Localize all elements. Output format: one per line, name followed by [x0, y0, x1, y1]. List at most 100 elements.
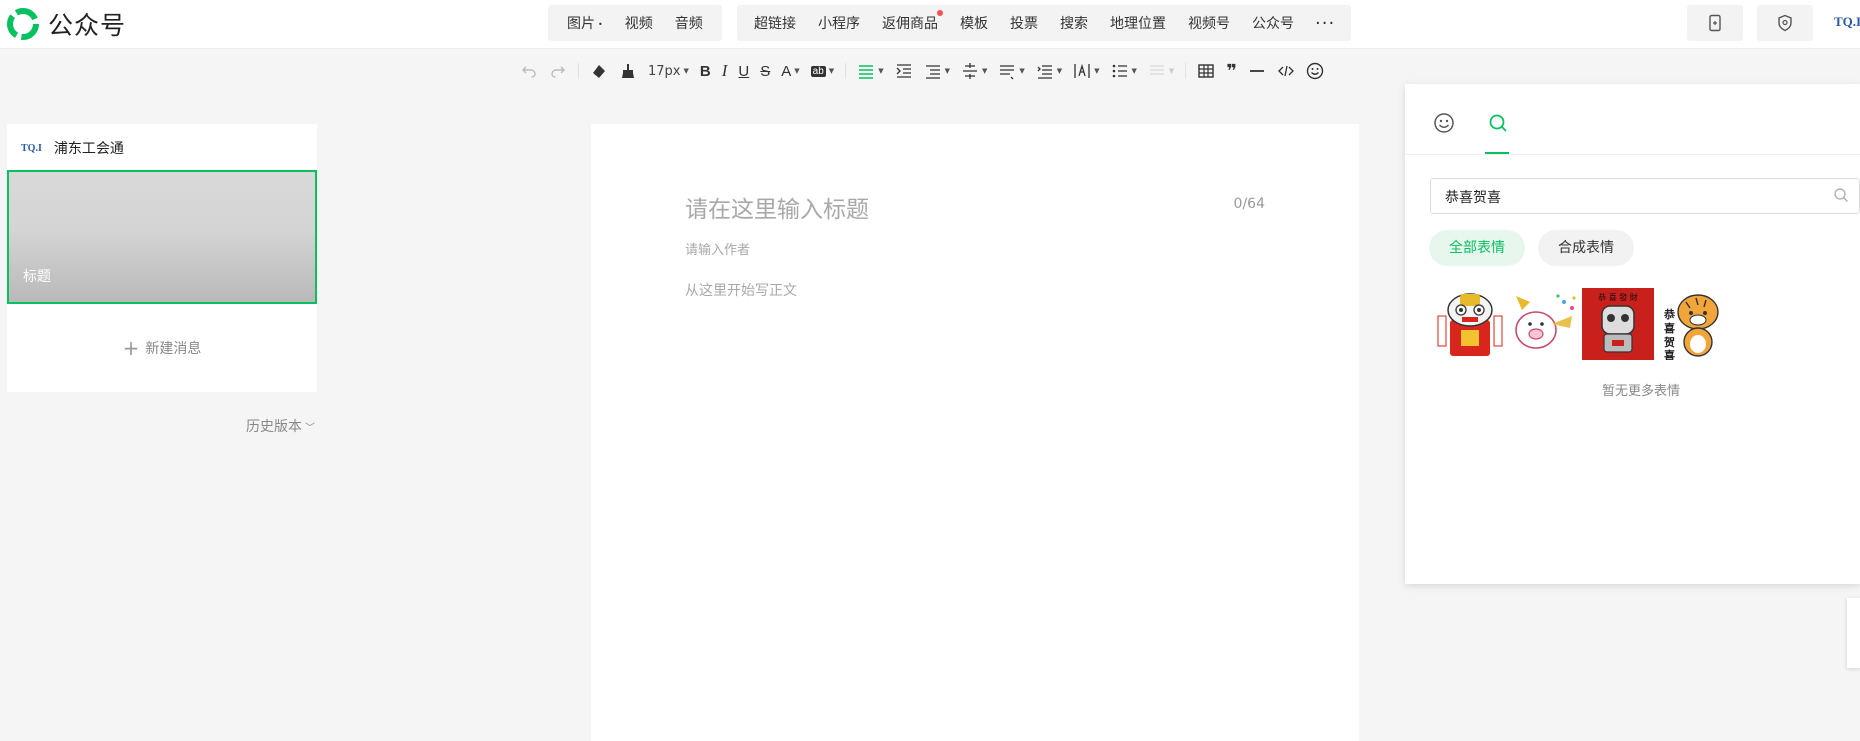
code-block-button[interactable]: [1277, 56, 1295, 86]
paragraph-spacing-icon: [925, 65, 940, 79]
undo-button[interactable]: [520, 56, 538, 86]
vertical-spacing-icon: [962, 63, 977, 79]
italic-button[interactable]: I: [722, 56, 728, 86]
caret-down-icon: ▼: [981, 67, 988, 75]
wechat-mp-logo-icon: [7, 8, 39, 40]
app-logo[interactable]: 公众号: [6, 6, 126, 42]
pig-party-sticker[interactable]: [1508, 288, 1580, 360]
smiley-icon: [1306, 62, 1324, 80]
eraser-icon: [593, 65, 605, 78]
title-input[interactable]: 请在这里输入标题: [685, 190, 869, 224]
caret-down-icon: ▼: [878, 67, 884, 75]
caret-down-icon: ▼: [828, 67, 835, 75]
redo-button[interactable]: [549, 56, 567, 86]
indent-button[interactable]: [895, 56, 913, 86]
caret-down-icon: ▼: [1019, 67, 1025, 75]
author-input[interactable]: 请输入作者: [685, 239, 750, 258]
insert-image-menu[interactable]: 图片 •: [556, 13, 614, 33]
insert-table-button[interactable]: [1197, 56, 1215, 86]
plus-icon: +: [122, 336, 140, 360]
account-avatar-logo[interactable]: TQ.I: [1834, 14, 1860, 30]
tiger-gongxi-sticker[interactable]: 恭 喜 贺 喜: [1656, 288, 1728, 360]
new-badge-dot: [937, 10, 943, 16]
search-icon: [1834, 188, 1848, 202]
insert-video-button[interactable]: 视频: [614, 13, 664, 33]
undo-icon: [522, 66, 536, 78]
align-justify-icon: [859, 65, 874, 79]
bullet-list-icon: [1112, 64, 1127, 78]
shield-icon: [1778, 14, 1792, 32]
editor-toolbar: 17px ▼ B I U S A ▼ ab ▼ ▼ ▼ ▼ ▼ ▼ ▼ ▼ ▼ ❞: [520, 56, 1335, 86]
side-float-tab[interactable]: [1847, 598, 1860, 668]
article-list-card: TQ.I 浦东工会通 标题 + 新建消息: [7, 124, 317, 392]
preview-phone-button[interactable]: [1687, 5, 1743, 41]
search-icon: [1489, 114, 1507, 132]
tab-emoji[interactable]: [1429, 108, 1459, 138]
history-versions-button[interactable]: 历史版本 ﹀: [246, 416, 315, 436]
align-button[interactable]: ▼: [857, 56, 884, 86]
robot-red-sticker[interactable]: 恭 喜 發 財: [1582, 288, 1654, 360]
underline-button[interactable]: U: [738, 56, 749, 86]
sticker-panel-tabs: [1405, 84, 1860, 155]
bullet-list-button[interactable]: ▼: [1111, 56, 1137, 86]
insert-commission-product-button[interactable]: 返佣商品: [871, 10, 949, 33]
sticker-search-input[interactable]: 恭喜贺喜: [1430, 178, 1860, 214]
strikethrough-button[interactable]: S: [760, 56, 770, 86]
list-indent-button[interactable]: ▼: [1036, 56, 1062, 86]
svg-text:喜: 喜: [1664, 348, 1675, 360]
horizontal-rule-button[interactable]: [1248, 56, 1266, 86]
insert-location-button[interactable]: 地理位置: [1099, 13, 1177, 33]
table-icon: [1198, 64, 1215, 78]
caret-down-icon: ▼: [794, 67, 800, 75]
redo-icon: [551, 66, 565, 78]
security-check-button[interactable]: [1757, 5, 1813, 41]
tab-search[interactable]: [1483, 108, 1513, 138]
emoji-button[interactable]: [1306, 56, 1324, 86]
vertical-align-button[interactable]: ▼: [961, 56, 987, 86]
lion-dance-sticker[interactable]: [1434, 288, 1506, 360]
phone-preview-icon: [1709, 14, 1721, 32]
article-editor: 请在这里输入标题 0/64 请输入作者 从这里开始写正文: [591, 124, 1359, 741]
line-height-button[interactable]: ▼: [998, 56, 1025, 86]
insert-vote-button[interactable]: 投票: [999, 13, 1049, 33]
chevron-down-icon: ﹀: [305, 423, 315, 434]
paragraph-spacing-button[interactable]: ▼: [924, 56, 950, 86]
letter-spacing-button[interactable]: ▼: [1073, 56, 1100, 86]
chip-composite-stickers[interactable]: 合成表情: [1538, 230, 1634, 266]
insert-hyperlink-button[interactable]: 超链接: [743, 13, 807, 33]
more-options-icon[interactable]: ···: [1305, 13, 1345, 34]
insert-audio-button[interactable]: 音频: [664, 13, 714, 33]
account-logo: TQ.I: [21, 142, 42, 154]
insert-official-account-button[interactable]: 公众号: [1241, 13, 1305, 33]
page-style-button[interactable]: ▼: [1148, 56, 1174, 86]
body-editor[interactable]: 从这里开始写正文: [685, 280, 797, 300]
page-style-icon: [1149, 65, 1164, 75]
toolbar-divider: [845, 63, 847, 79]
indent-icon: [896, 64, 911, 78]
account-name: 浦东工会通: [53, 141, 124, 157]
chip-all-stickers[interactable]: 全部表情: [1429, 230, 1525, 266]
font-size-select[interactable]: 17px ▼: [648, 56, 689, 86]
format-painter-button[interactable]: [619, 56, 637, 86]
background-color-button[interactable]: ab ▼: [810, 56, 835, 86]
clear-format-button[interactable]: [590, 56, 608, 86]
caret-down-icon: ▼: [1131, 67, 1137, 75]
insert-miniprogram-button[interactable]: 小程序: [807, 13, 871, 33]
caret-down-icon: ▼: [944, 67, 950, 75]
article-cover-card[interactable]: 标题: [7, 170, 317, 304]
account-row: TQ.I 浦东工会通: [21, 138, 124, 158]
svg-text:贺: 贺: [1663, 335, 1675, 349]
insert-template-button[interactable]: 模板: [949, 13, 999, 33]
sticker-panel: 恭喜贺喜 全部表情 合成表情 恭 喜 發 財 恭 喜 贺 喜 暂无更多表情: [1405, 84, 1860, 584]
insert-search-button[interactable]: 搜索: [1049, 13, 1099, 33]
blockquote-button[interactable]: ❞: [1226, 56, 1237, 86]
new-message-button[interactable]: + 新建消息: [7, 336, 317, 360]
list-indent-icon: [1037, 65, 1052, 79]
svg-text:喜: 喜: [1664, 321, 1675, 335]
smiley-icon: [1434, 113, 1454, 133]
brush-icon: [622, 64, 634, 78]
bold-button[interactable]: B: [700, 56, 711, 86]
line-height-icon: [1000, 65, 1015, 80]
insert-channels-button[interactable]: 视频号: [1177, 13, 1241, 33]
font-color-button[interactable]: A ▼: [781, 56, 799, 86]
